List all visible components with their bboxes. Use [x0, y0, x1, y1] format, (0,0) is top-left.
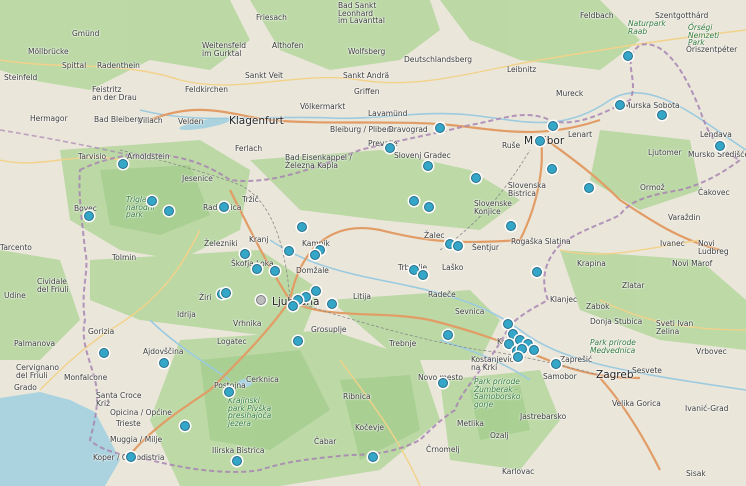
- map-marker-m18[interactable]: [409, 196, 419, 206]
- map-marker-m26[interactable]: [453, 241, 463, 251]
- map-marker-m47[interactable]: [529, 345, 539, 355]
- map-marker-m4[interactable]: [548, 121, 558, 131]
- map-marker-m58[interactable]: [232, 456, 242, 466]
- map-marker-m51[interactable]: [513, 352, 523, 362]
- map-marker-m56[interactable]: [224, 387, 234, 397]
- map-marker-m5[interactable]: [535, 136, 545, 146]
- map-marker-m16[interactable]: [84, 211, 94, 221]
- map-marker-m3[interactable]: [657, 110, 667, 120]
- map-view[interactable]: Gmünd Friesach Bad Sankt Leonhard im Lavan…: [0, 0, 746, 486]
- map-marker-m24[interactable]: [310, 250, 320, 260]
- map-marker-m8[interactable]: [385, 143, 395, 153]
- map-marker-m60[interactable]: [126, 452, 136, 462]
- map-marker-m27[interactable]: [240, 249, 250, 259]
- map-marker-m40[interactable]: [327, 299, 337, 309]
- map-marker-m19[interactable]: [424, 202, 434, 212]
- map-marker-m13[interactable]: [118, 159, 128, 169]
- map-marker-m41[interactable]: [443, 330, 453, 340]
- map-marker-m35[interactable]: [311, 286, 321, 296]
- map-marker-m42[interactable]: [503, 319, 513, 329]
- map-marker-m59[interactable]: [368, 452, 378, 462]
- map-marker-m6[interactable]: [715, 141, 725, 151]
- map-marker-m2[interactable]: [615, 100, 625, 110]
- map-marker-m1[interactable]: [623, 51, 633, 61]
- map-base-layer: [0, 0, 746, 486]
- map-marker-m7[interactable]: [435, 123, 445, 133]
- map-marker-m52[interactable]: [99, 348, 109, 358]
- map-marker-m43[interactable]: [293, 336, 303, 346]
- map-marker-m53[interactable]: [159, 358, 169, 368]
- map-marker-m17[interactable]: [219, 202, 229, 212]
- map-marker-m20[interactable]: [297, 222, 307, 232]
- map-marker-m11[interactable]: [547, 164, 557, 174]
- map-marker-m28[interactable]: [252, 264, 262, 274]
- map-marker-m29[interactable]: [270, 266, 280, 276]
- map-marker-m54[interactable]: [551, 359, 561, 369]
- map-marker-m55[interactable]: [438, 378, 448, 388]
- map-marker-m10[interactable]: [471, 173, 481, 183]
- map-marker-m37[interactable]: [256, 295, 266, 305]
- map-marker-m39[interactable]: [288, 301, 298, 311]
- map-marker-m12[interactable]: [584, 183, 594, 193]
- map-marker-m34[interactable]: [221, 288, 231, 298]
- map-marker-m32[interactable]: [532, 267, 542, 277]
- map-marker-m15[interactable]: [164, 206, 174, 216]
- map-marker-m21[interactable]: [506, 221, 516, 231]
- map-marker-m57[interactable]: [180, 421, 190, 431]
- map-marker-m14[interactable]: [147, 196, 157, 206]
- map-marker-m9[interactable]: [423, 161, 433, 171]
- map-marker-m22[interactable]: [284, 246, 294, 256]
- map-marker-m31[interactable]: [418, 270, 428, 280]
